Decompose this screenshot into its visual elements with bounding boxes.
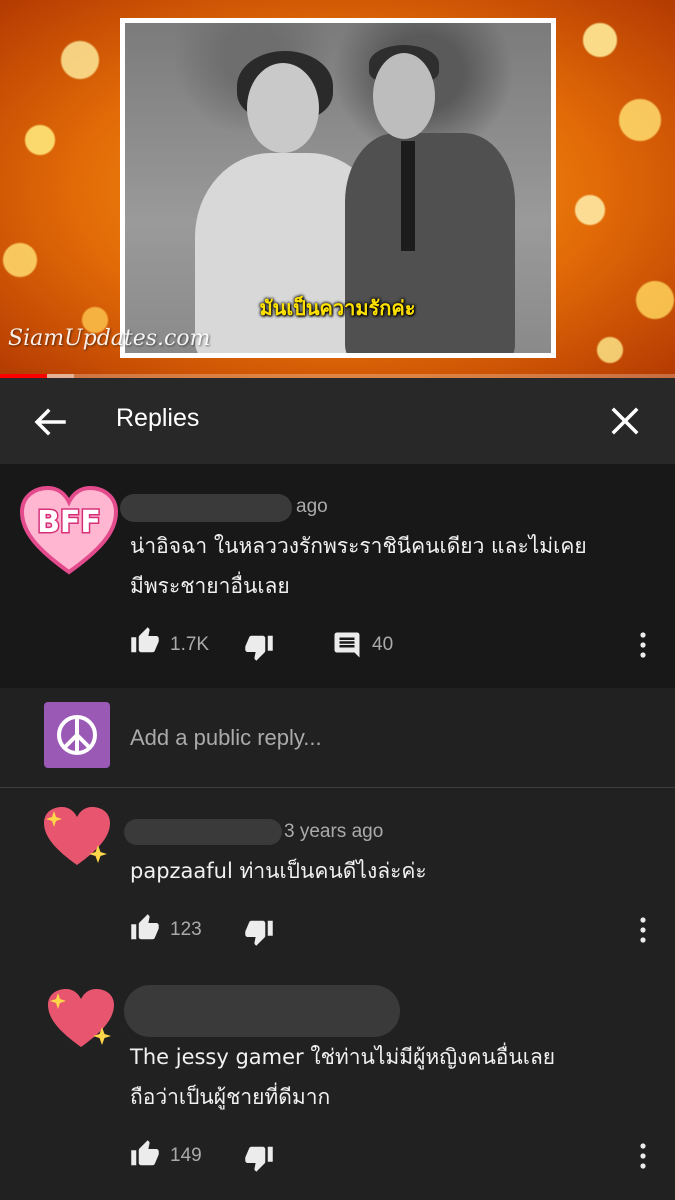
- avatar-bff-heart[interactable]: BFF: [18, 484, 120, 576]
- comment-time: ago: [296, 496, 328, 517]
- redacted-username: [124, 819, 282, 845]
- reply-text-line-2: ถือว่าเป็นผู้ชายที่ดีมาก: [130, 1085, 331, 1109]
- video-player[interactable]: มันเป็นความรักค่ะ SiamUpdates.com: [0, 0, 675, 378]
- reply-comment: The jessy gamer ใช่ท่านไม่มีผู้หญิงคนอื่…: [0, 967, 675, 1200]
- close-button[interactable]: [604, 400, 646, 442]
- reply-comment-icon[interactable]: [332, 630, 362, 660]
- reply-comment: 3 years ago papzaaful ท่านเป็นคนดีไงล่ะค…: [0, 789, 675, 967]
- sparkling-heart-avatar-icon[interactable]: [42, 805, 112, 869]
- heart-avatar-icon: BFF: [19, 485, 119, 575]
- reply-input[interactable]: Add a public reply...: [130, 725, 322, 751]
- like-button[interactable]: [130, 626, 160, 656]
- like-button[interactable]: [130, 913, 160, 943]
- reply-count: 40: [372, 634, 394, 655]
- dislike-button[interactable]: [244, 632, 274, 662]
- reply-text-line-1: papzaaful ท่านเป็นคนดีไงล่ะค่ะ: [130, 859, 427, 883]
- dislike-button[interactable]: [244, 917, 274, 947]
- sparkling-heart-avatar-icon[interactable]: [46, 987, 116, 1051]
- comment-text-line-2: มีพระชายาอื่นเลย: [130, 574, 290, 598]
- like-count: 123: [170, 919, 202, 940]
- like-button[interactable]: [130, 1139, 160, 1169]
- parent-comment: BFF ago น่าอิจฉา ในหลววงรักพระราชินีคนเด…: [0, 464, 675, 688]
- close-icon: [611, 407, 639, 435]
- channel-watermark: SiamUpdates.com: [8, 326, 211, 351]
- user-avatar: [44, 702, 110, 768]
- comment-text-line-1: น่าอิจฉา ในหลววงรักพระราชินีคนเดียว และไ…: [130, 534, 587, 558]
- like-count: 149: [170, 1145, 202, 1166]
- svg-text:BFF: BFF: [37, 505, 101, 540]
- reply-input-row: Add a public reply...: [0, 688, 675, 788]
- redacted-username: [124, 985, 400, 1037]
- like-count: 1.7K: [170, 634, 210, 655]
- back-button[interactable]: [30, 402, 70, 442]
- page-title: Replies: [116, 404, 200, 432]
- video-subtitle: มันเป็นความรักค่ะ: [259, 296, 416, 320]
- more-vert-icon[interactable]: [638, 1141, 648, 1171]
- replies-header: Replies: [0, 378, 675, 464]
- reply-time: 3 years ago: [284, 821, 384, 842]
- more-vert-icon[interactable]: [638, 915, 648, 945]
- peace-icon: [57, 715, 97, 755]
- arrow-left-icon: [34, 408, 66, 436]
- dislike-button[interactable]: [244, 1143, 274, 1173]
- redacted-username: [120, 494, 292, 522]
- more-vert-icon[interactable]: [638, 630, 648, 660]
- reply-text-line-1: The jessy gamer ใช่ท่านไม่มีผู้หญิงคนอื่…: [130, 1045, 556, 1069]
